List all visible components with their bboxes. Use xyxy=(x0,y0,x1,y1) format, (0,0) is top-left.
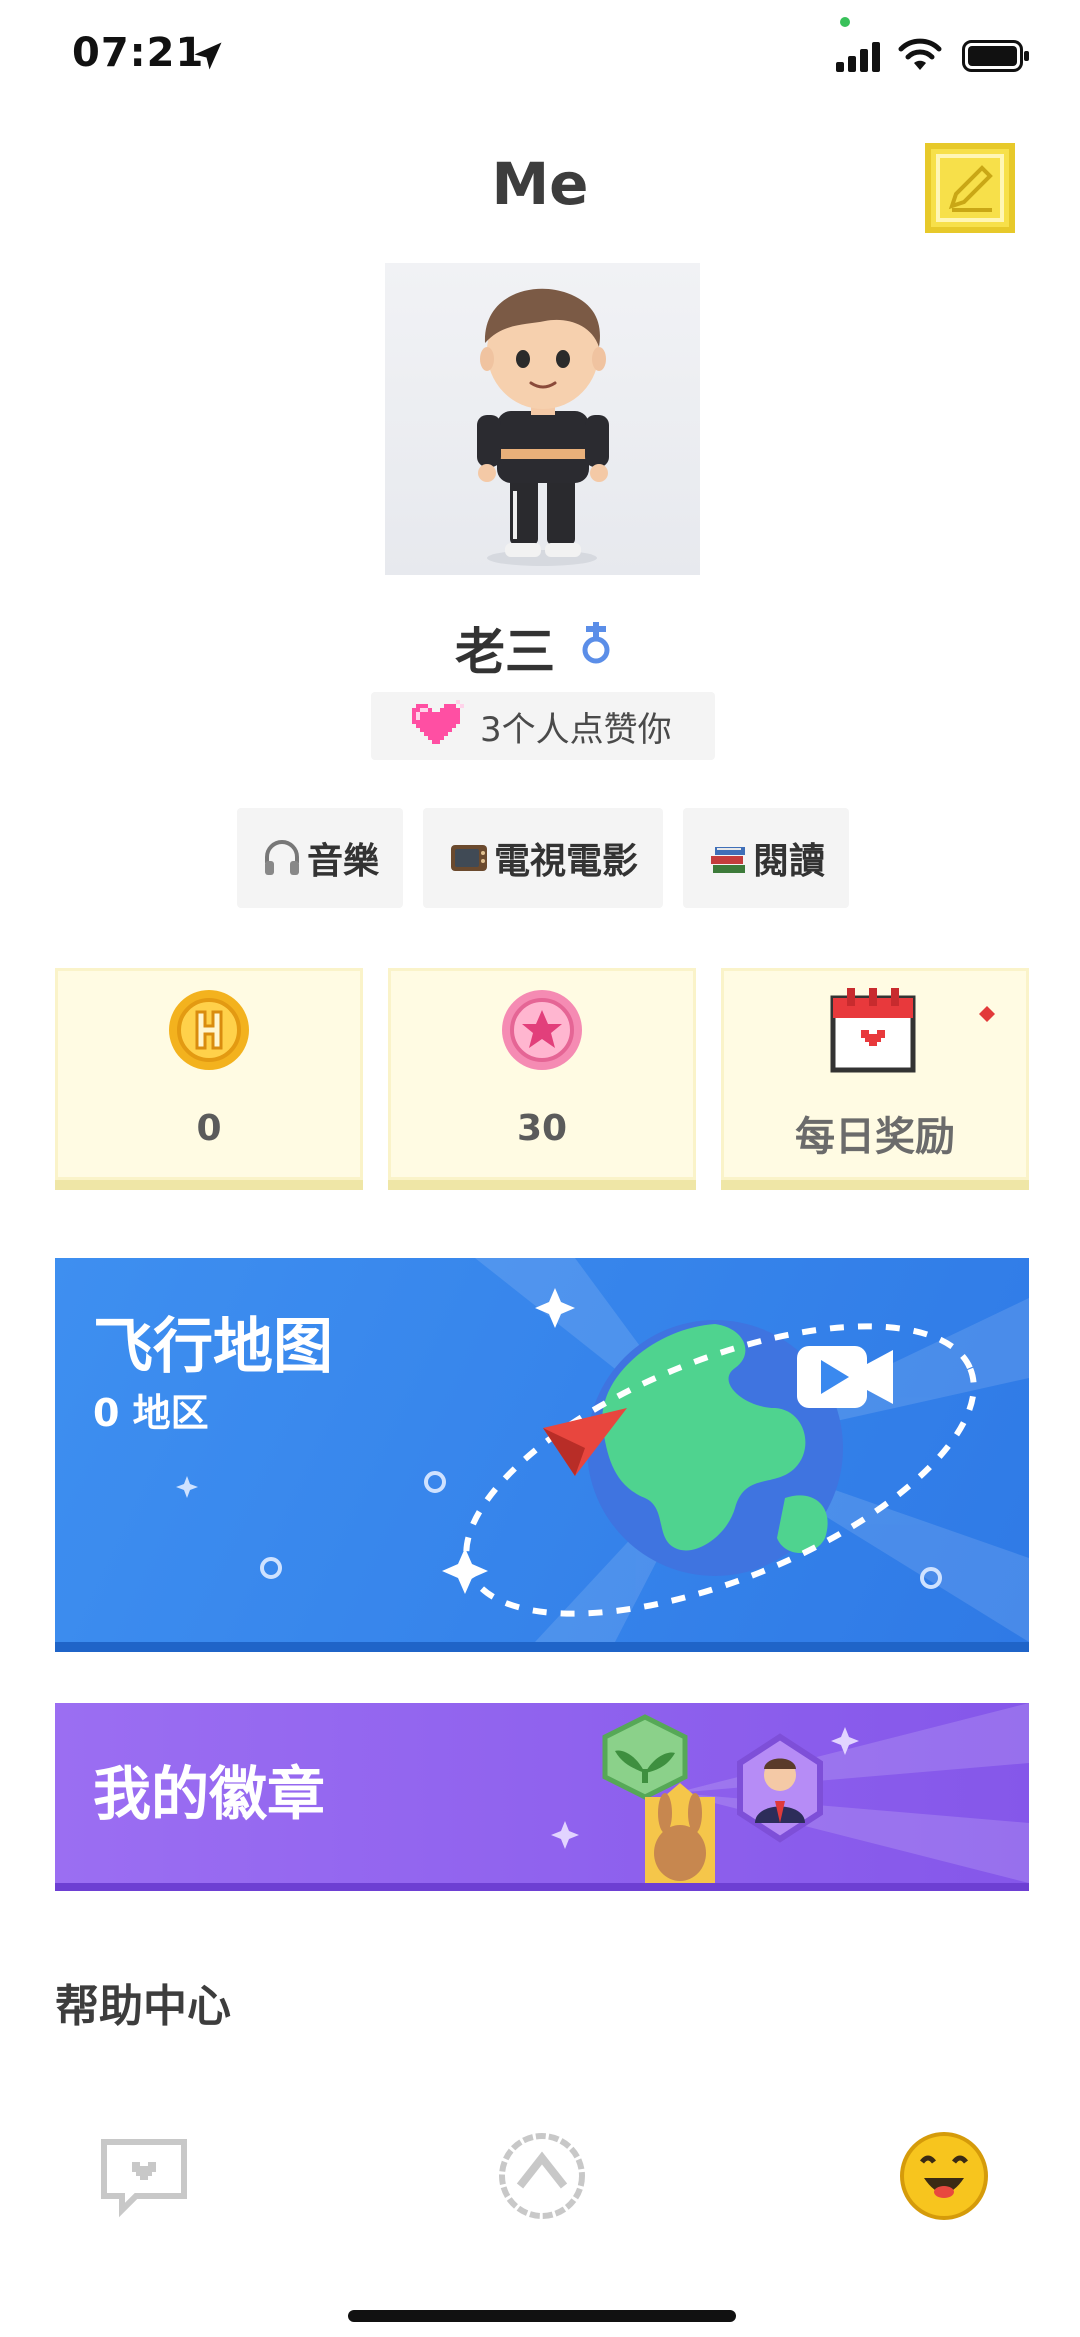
my-badges-title: 我的徽章 xyxy=(93,1760,326,1828)
avatar[interactable] xyxy=(385,263,700,575)
cellular-signal-icon xyxy=(836,42,880,72)
profile-name: 老三 xyxy=(455,623,555,681)
page-title: Me xyxy=(491,150,589,218)
tv-icon xyxy=(450,845,487,871)
calendar-heart-icon xyxy=(830,988,916,1073)
battery-icon xyxy=(962,40,1029,72)
status-time: 07:21 xyxy=(72,30,205,76)
daily-reward-label: 每日奖励 xyxy=(795,1114,955,1160)
chat-heart-icon[interactable] xyxy=(96,2128,192,2224)
interest-tag-label: 閱讀 xyxy=(752,841,825,882)
my-badges-banner[interactable]: 我的徽章 xyxy=(55,1703,1029,1891)
privacy-indicator xyxy=(840,17,850,27)
interest-tag-label: 電視電影 xyxy=(493,841,638,882)
male-gender-icon xyxy=(582,622,610,664)
edit-profile-button[interactable] xyxy=(922,140,1018,236)
flight-map-region-count: 0 地区 xyxy=(93,1391,209,1435)
star-coin-icon xyxy=(502,990,582,1070)
daily-reward-card[interactable]: 每日奖励 xyxy=(721,968,1029,1190)
headphones-icon xyxy=(264,840,299,875)
heart-icon xyxy=(412,700,464,744)
interest-tag-music[interactable]: 音樂 xyxy=(237,808,403,908)
coin-balance: 0 xyxy=(196,1108,222,1149)
flight-map-banner[interactable]: 飞行地图 0 地区 xyxy=(55,1258,1029,1652)
star-balance: 30 xyxy=(516,1108,568,1149)
flight-map-title: 飞行地图 xyxy=(93,1312,333,1382)
avatar-figure xyxy=(477,288,609,566)
compass-arrow-icon[interactable] xyxy=(494,2128,590,2224)
smiley-face-icon[interactable] xyxy=(896,2128,992,2224)
coin-balance-card[interactable]: 0 xyxy=(55,968,363,1190)
interest-tag-label: 音樂 xyxy=(306,841,379,882)
help-center-link[interactable]: 帮助中心 xyxy=(55,1970,231,2034)
notification-dot xyxy=(979,1006,995,1022)
home-indicator xyxy=(348,2310,736,2322)
h-coin-icon xyxy=(169,990,249,1070)
likes-text: 3个人点赞你 xyxy=(480,710,672,750)
books-icon xyxy=(710,847,745,873)
interest-tag-reading[interactable]: 閱讀 xyxy=(683,808,849,908)
wifi-icon xyxy=(898,38,942,70)
star-balance-card[interactable]: 30 xyxy=(388,968,696,1190)
interest-tag-tv-movies[interactable]: 電視電影 xyxy=(423,808,663,908)
location-arrow-icon xyxy=(194,42,222,70)
